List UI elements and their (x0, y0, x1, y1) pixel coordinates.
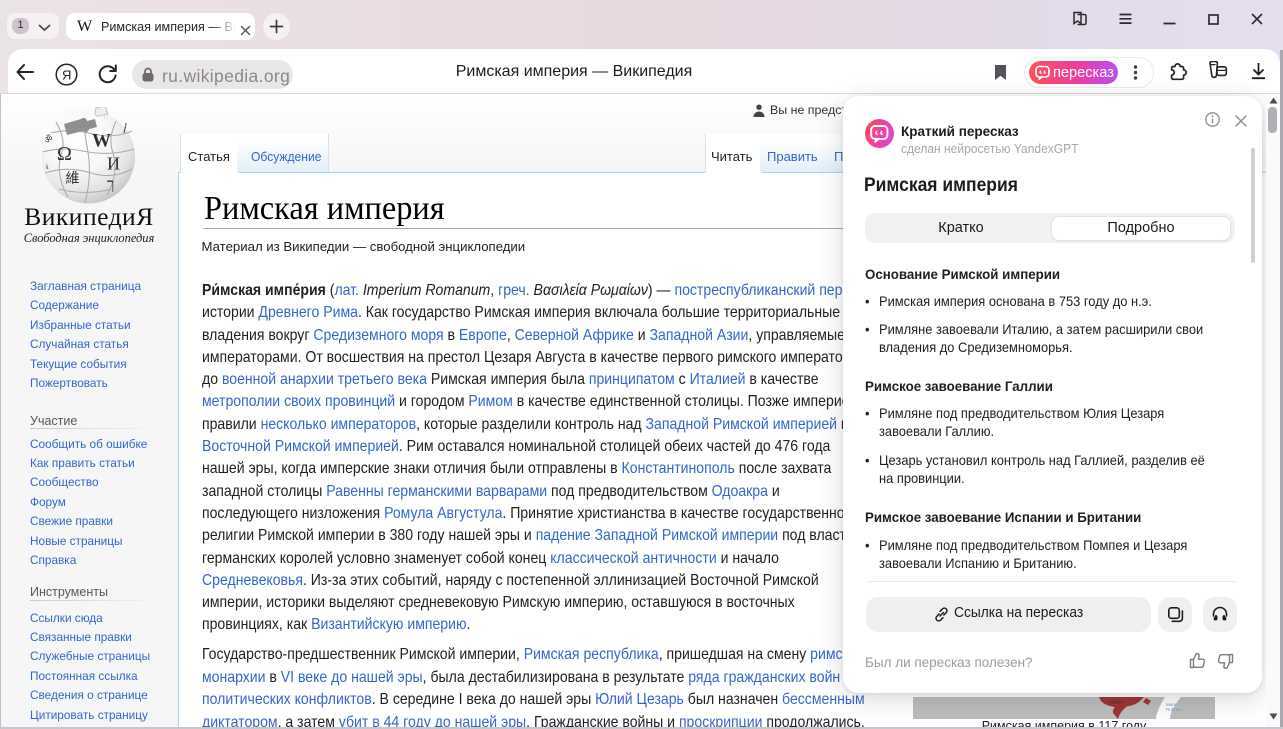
svg-text:Ω: Ω (57, 143, 72, 165)
svg-text:Rubrum: Rubrum (1166, 707, 1182, 712)
svg-text:維: 維 (66, 171, 80, 187)
svg-text:เ: เ (46, 162, 49, 171)
svg-text:ך: ך (107, 177, 114, 193)
svg-text:И: И (107, 154, 120, 174)
svg-text:Я: Я (62, 68, 71, 83)
svg-text:W: W (92, 131, 111, 152)
svg-text:Aegyptus: Aegyptus (1109, 700, 1124, 704)
